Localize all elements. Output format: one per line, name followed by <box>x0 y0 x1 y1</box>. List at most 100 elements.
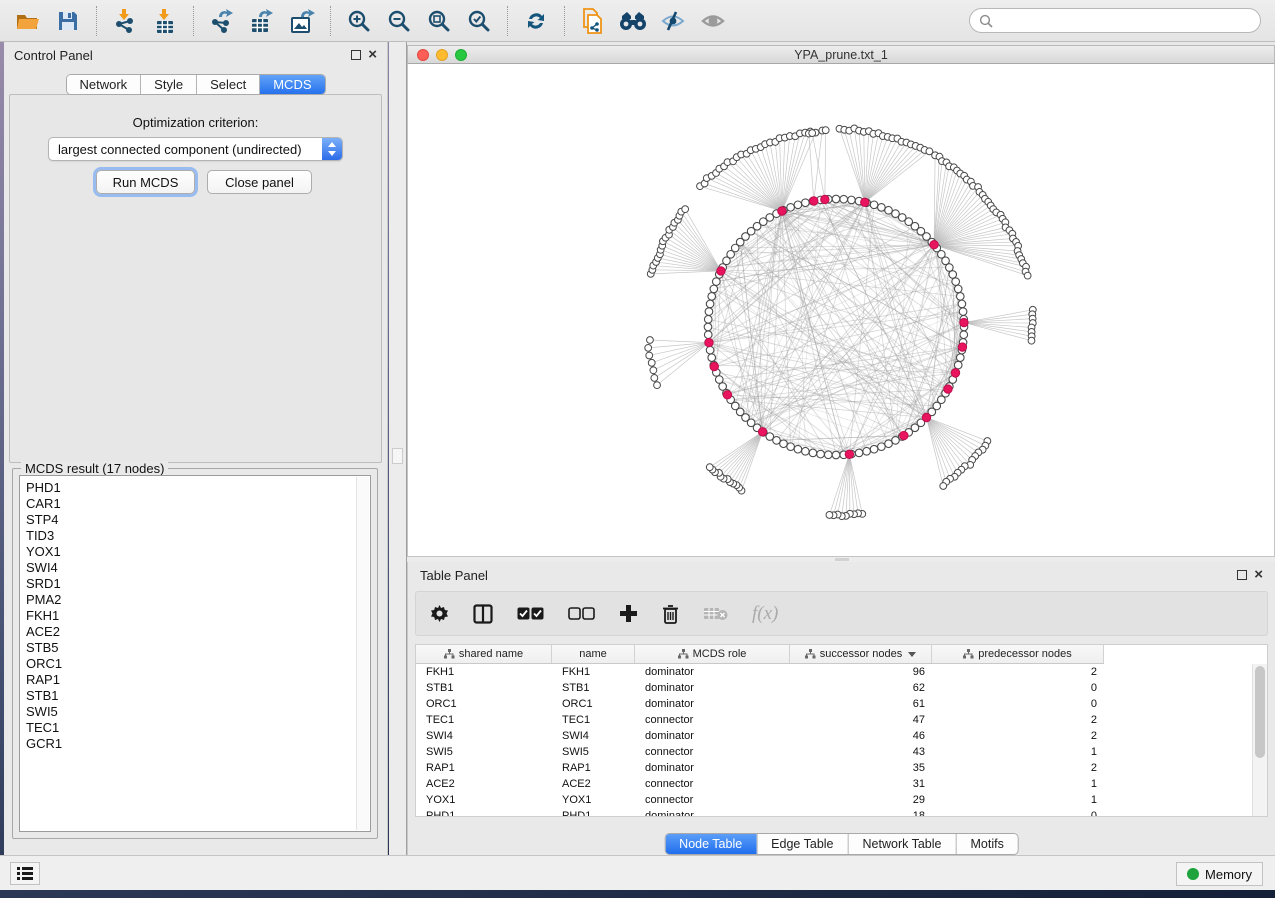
export-table-button[interactable] <box>247 6 277 36</box>
close-panel-button[interactable]: Close panel <box>207 170 312 194</box>
tab-network-table[interactable]: Network Table <box>848 834 956 854</box>
column-header-shared-name[interactable]: shared name <box>416 645 552 663</box>
graph-node[interactable] <box>651 375 658 382</box>
tab-select[interactable]: Select <box>196 75 259 94</box>
table-row[interactable]: ORC1ORC1dominator610 <box>416 696 1251 712</box>
mcds-node[interactable] <box>705 338 713 346</box>
splitter-handle[interactable] <box>392 448 403 464</box>
graph-node[interactable] <box>708 293 716 301</box>
list-item[interactable]: FKH1 <box>26 608 370 624</box>
graph-node[interactable] <box>646 352 653 359</box>
save-session-button[interactable] <box>53 6 83 36</box>
list-item[interactable]: RAP1 <box>26 672 370 688</box>
export-network-button[interactable] <box>207 6 237 36</box>
graph-node[interactable] <box>704 323 712 331</box>
list-item[interactable]: SRD1 <box>26 576 370 592</box>
mcds-node[interactable] <box>778 207 786 215</box>
graph-node[interactable] <box>885 440 893 448</box>
graph-node[interactable] <box>713 278 721 286</box>
graph-node[interactable] <box>1028 337 1035 344</box>
add-column-button[interactable] <box>619 604 638 623</box>
mcds-node[interactable] <box>723 391 731 399</box>
graph-node[interactable] <box>817 450 825 458</box>
graph-node[interactable] <box>705 308 713 316</box>
zoom-fit-button[interactable] <box>424 6 454 36</box>
graph-node[interactable] <box>952 278 960 286</box>
graph-node[interactable] <box>648 359 655 366</box>
table-row[interactable]: SWI5SWI5connector431 <box>416 744 1251 760</box>
graph-node[interactable] <box>954 285 962 293</box>
vertical-splitter[interactable] <box>389 42 407 855</box>
export-image-button[interactable] <box>287 6 317 36</box>
graph-node[interactable] <box>956 293 964 301</box>
graph-node[interactable] <box>706 346 714 354</box>
graph-node[interactable] <box>878 443 886 451</box>
list-item[interactable]: SWI4 <box>26 560 370 576</box>
mcds-node[interactable] <box>845 450 853 458</box>
mcds-node[interactable] <box>821 195 829 203</box>
list-scrollbar[interactable] <box>356 477 369 830</box>
graph-node[interactable] <box>780 440 788 448</box>
graph-node[interactable] <box>840 195 848 203</box>
float-panel-icon[interactable] <box>351 50 361 60</box>
graph-node[interactable] <box>954 361 962 369</box>
graph-node[interactable] <box>832 451 840 459</box>
hide-selected-button[interactable] <box>658 6 688 36</box>
column-header-MCDS-role[interactable]: MCDS role <box>635 645 790 663</box>
graph-node[interactable] <box>654 382 661 389</box>
select-all-checkboxes-button[interactable] <box>517 607 544 620</box>
show-all-button[interactable] <box>698 6 728 36</box>
graph-node[interactable] <box>706 464 713 471</box>
deselect-all-checkboxes-button[interactable] <box>568 607 595 620</box>
network-window-titlebar[interactable]: YPA_prune.txt_1 <box>407 45 1275 64</box>
graph-node[interactable] <box>878 204 886 212</box>
mcds-node[interactable] <box>710 362 718 370</box>
mcds-node[interactable] <box>900 431 908 439</box>
graph-node[interactable] <box>940 483 947 490</box>
close-panel-icon[interactable]: × <box>1254 570 1263 580</box>
table-row[interactable]: SWI4SWI4dominator462 <box>416 728 1251 744</box>
function-builder-button[interactable]: f(x) <box>752 603 778 625</box>
graph-node[interactable] <box>960 331 968 339</box>
graph-node[interactable] <box>794 445 802 453</box>
table-row[interactable]: PHD1PHD1dominator180 <box>416 808 1251 817</box>
graph-node[interactable] <box>826 512 833 519</box>
graph-node[interactable] <box>959 308 967 316</box>
mcds-node[interactable] <box>758 428 766 436</box>
graph-node[interactable] <box>794 201 802 209</box>
list-item[interactable]: ACE2 <box>26 624 370 640</box>
list-item[interactable]: TEC1 <box>26 720 370 736</box>
graph-node[interactable] <box>863 447 871 455</box>
tab-edge-table[interactable]: Edge Table <box>756 834 847 854</box>
table-row[interactable]: RAP1RAP1dominator352 <box>416 760 1251 776</box>
scrollbar-thumb[interactable] <box>1255 666 1265 758</box>
graph-node[interactable] <box>956 354 964 362</box>
graph-node[interactable] <box>949 271 957 279</box>
graph-node[interactable] <box>647 337 654 344</box>
graph-node[interactable] <box>650 367 657 374</box>
list-item[interactable]: PMA2 <box>26 592 370 608</box>
mcds-node[interactable] <box>717 267 725 275</box>
tab-network[interactable]: Network <box>66 75 140 94</box>
mcds-node[interactable] <box>930 241 938 249</box>
graph-node[interactable] <box>719 383 727 391</box>
mcds-node[interactable] <box>944 385 952 393</box>
tab-style[interactable]: Style <box>140 75 196 94</box>
network-graph[interactable] <box>408 64 1274 555</box>
column-header-name[interactable]: name <box>552 645 635 663</box>
list-item[interactable]: ORC1 <box>26 656 370 672</box>
zoom-selected-button[interactable] <box>464 6 494 36</box>
table-options-button[interactable] <box>430 604 449 623</box>
open-file-button[interactable] <box>13 6 43 36</box>
graph-node[interactable] <box>832 195 840 203</box>
delete-column-button[interactable] <box>662 604 679 624</box>
list-item[interactable]: YOX1 <box>26 544 370 560</box>
close-panel-icon[interactable]: × <box>368 50 377 60</box>
graph-node[interactable] <box>802 447 810 455</box>
graph-node[interactable] <box>848 196 856 204</box>
list-item[interactable]: SWI5 <box>26 704 370 720</box>
graph-node[interactable] <box>787 443 795 451</box>
list-item[interactable]: PHD1 <box>26 480 370 496</box>
graph-node[interactable] <box>958 300 966 308</box>
graph-node[interactable] <box>704 331 712 339</box>
